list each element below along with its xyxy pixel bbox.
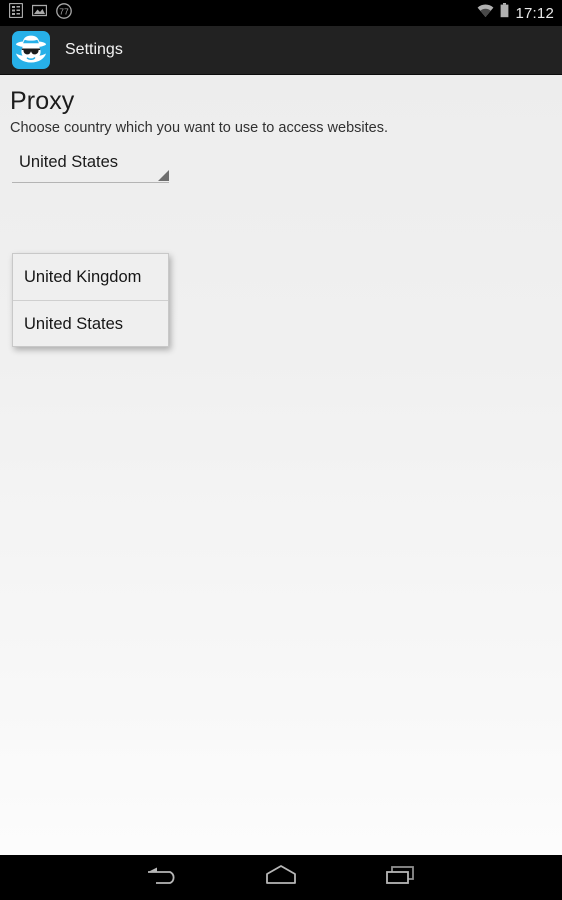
country-spinner[interactable]: United States xyxy=(12,151,169,183)
back-icon xyxy=(144,864,178,891)
device-screen: 77 17:12 Settings Proxy Choose country w… xyxy=(0,0,562,900)
dropdown-option-label: United States xyxy=(24,315,124,333)
page-description: Choose country which you want to use to … xyxy=(10,120,388,136)
wifi-icon xyxy=(477,3,494,23)
home-icon xyxy=(262,863,300,892)
country-dropdown-popup: United Kingdom United States xyxy=(12,253,169,347)
dropdown-option-label: United Kingdom xyxy=(24,268,142,286)
back-button[interactable] xyxy=(101,855,221,900)
badge-count-label: 77 xyxy=(59,6,69,16)
app-title: Settings xyxy=(65,41,123,58)
country-spinner-value: United States xyxy=(19,153,119,171)
action-bar: Settings xyxy=(0,26,562,75)
dropdown-option-united-states[interactable]: United States xyxy=(13,300,168,346)
recents-button[interactable] xyxy=(341,855,461,900)
recents-icon xyxy=(384,863,418,892)
caret-down-icon xyxy=(158,170,169,181)
battery-icon xyxy=(500,3,509,23)
status-bar: 77 17:12 xyxy=(0,0,562,26)
badge-77-icon: 77 xyxy=(56,2,72,24)
status-system-icons: 17:12 xyxy=(477,3,562,23)
settings-content: Proxy Choose country which you want to u… xyxy=(0,75,562,900)
status-notification-icons: 77 xyxy=(0,2,72,24)
home-button[interactable] xyxy=(221,855,341,900)
page-title: Proxy xyxy=(10,87,75,115)
incognito-spy-logo[interactable] xyxy=(12,31,50,69)
status-clock: 17:12 xyxy=(515,4,554,22)
image-icon xyxy=(31,4,48,22)
dropdown-option-united-kingdom[interactable]: United Kingdom xyxy=(13,254,168,300)
navigation-bar xyxy=(0,855,562,900)
notes-icon xyxy=(8,2,24,23)
